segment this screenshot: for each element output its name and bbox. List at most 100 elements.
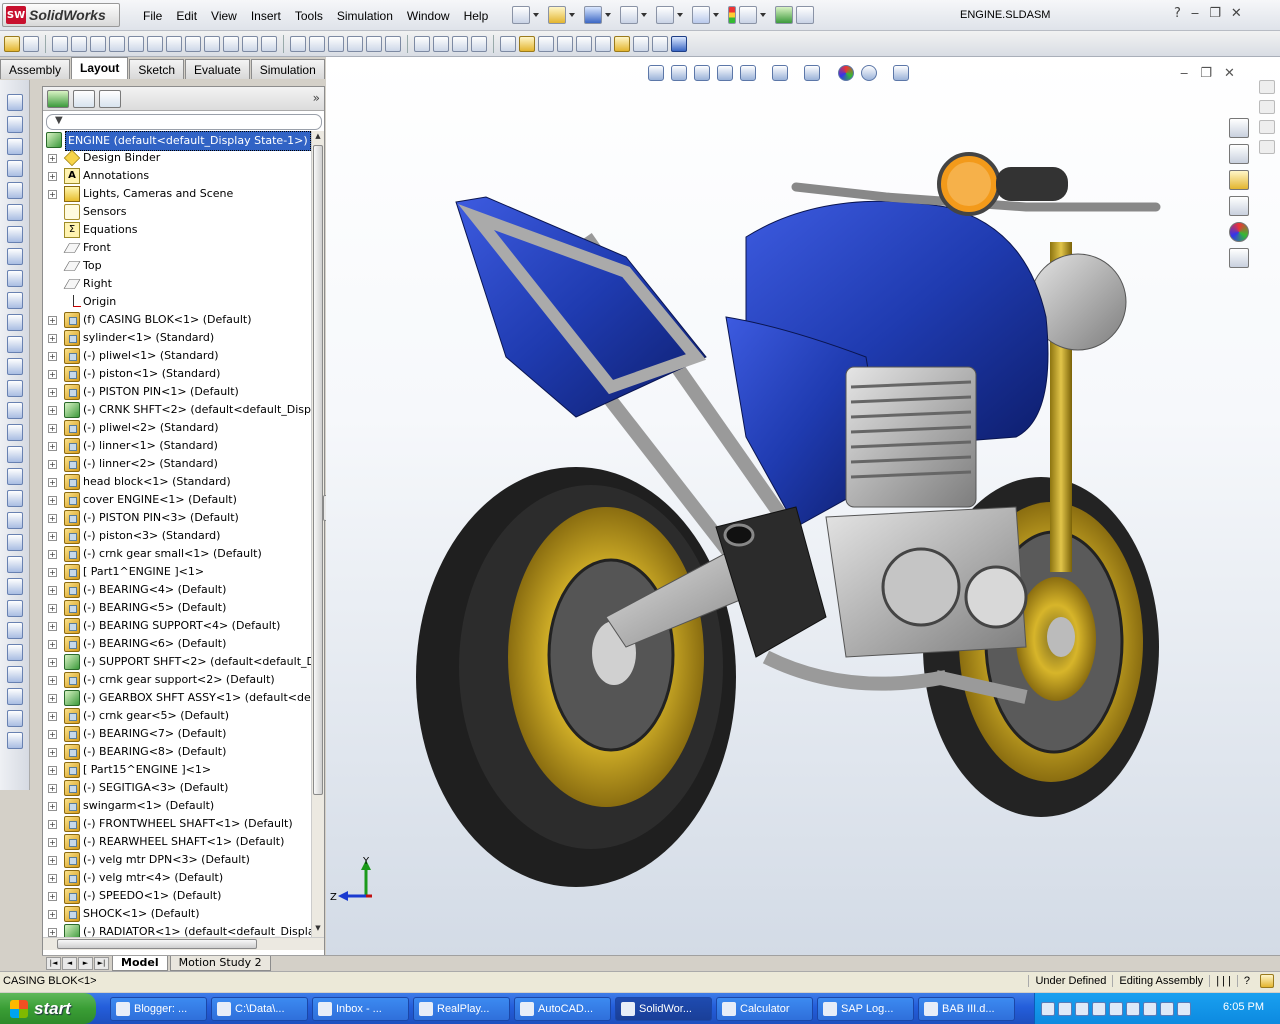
chevron-down-icon[interactable] bbox=[760, 13, 766, 17]
scrollbar-thumb[interactable] bbox=[57, 939, 257, 949]
mate-icon[interactable] bbox=[1259, 80, 1275, 94]
expand-plus-icon[interactable]: + bbox=[48, 190, 57, 199]
edit-appearance-icon[interactable] bbox=[838, 65, 854, 81]
tree-item[interactable]: Origin bbox=[43, 293, 311, 311]
spell-check-icon[interactable] bbox=[6, 116, 23, 133]
menu-file[interactable]: File bbox=[136, 7, 169, 25]
expand-plus-icon[interactable]: + bbox=[48, 586, 57, 595]
edit-icon[interactable] bbox=[6, 710, 23, 727]
spline-icon[interactable] bbox=[166, 35, 182, 52]
expand-plus-icon[interactable]: + bbox=[48, 820, 57, 829]
relations-icon[interactable] bbox=[414, 35, 430, 52]
expand-plus-icon[interactable]: + bbox=[48, 568, 57, 577]
restore-icon[interactable]: ❐ bbox=[1200, 66, 1212, 81]
taskbar-button[interactable]: Blogger: ... bbox=[110, 996, 207, 1021]
belt-chain-icon[interactable] bbox=[633, 35, 649, 52]
close-icon[interactable]: ✕ bbox=[1224, 66, 1235, 81]
expand-plus-icon[interactable]: + bbox=[48, 478, 57, 487]
create-layout-icon[interactable] bbox=[671, 35, 687, 52]
make-part-from-block-icon[interactable] bbox=[614, 35, 630, 52]
tab-assembly[interactable]: Assembly bbox=[0, 59, 71, 79]
restore-icon[interactable]: ❐ bbox=[1209, 6, 1221, 21]
ellipse-icon[interactable] bbox=[185, 35, 201, 52]
expand-plus-icon[interactable]: + bbox=[48, 496, 57, 505]
close-icon[interactable]: ✕ bbox=[1231, 6, 1242, 21]
move-entities-icon[interactable] bbox=[385, 35, 401, 52]
tree-item[interactable]: + (-) FRONTWHEEL SHAFT<1> (Default) bbox=[43, 815, 311, 833]
rebuild-pencil-icon[interactable] bbox=[1260, 974, 1274, 988]
taskbar-button[interactable]: Inbox - ... bbox=[312, 996, 409, 1021]
expand-plus-icon[interactable]: + bbox=[48, 640, 57, 649]
graphics-area[interactable] bbox=[326, 57, 1280, 955]
insert-block-icon[interactable] bbox=[519, 35, 535, 52]
reference-geometry-icon[interactable] bbox=[6, 248, 23, 265]
assembly-feature-icon[interactable] bbox=[6, 270, 23, 287]
tree-item[interactable]: Top bbox=[43, 257, 311, 275]
sheet-icon[interactable] bbox=[6, 336, 23, 353]
tree-item[interactable]: + (-) velg mtr DPN<3> (Default) bbox=[43, 851, 311, 869]
tree-item[interactable]: + (-) REARWHEEL SHAFT<1> (Default) bbox=[43, 833, 311, 851]
tray-icon[interactable] bbox=[1075, 1001, 1089, 1016]
expand-plus-icon[interactable]: + bbox=[48, 730, 57, 739]
custom-properties-icon[interactable] bbox=[1229, 248, 1249, 268]
tab-simulation[interactable]: Simulation bbox=[250, 59, 325, 79]
expand-plus-icon[interactable]: + bbox=[48, 334, 57, 343]
tree-item[interactable]: + swingarm<1> (Default) bbox=[43, 797, 311, 815]
tab-motion-study-2[interactable]: Motion Study 2 bbox=[169, 956, 271, 971]
chevron-down-icon[interactable] bbox=[677, 13, 683, 17]
start-button[interactable]: start bbox=[0, 993, 96, 1024]
tree-item[interactable]: + (-) SUPPORT SHFT<2> (default<default_Di… bbox=[43, 653, 311, 671]
undo-icon[interactable] bbox=[656, 6, 674, 24]
trim-icon[interactable] bbox=[290, 35, 306, 52]
view-palette-icon[interactable] bbox=[1229, 196, 1249, 216]
expand-plus-icon[interactable]: + bbox=[48, 316, 57, 325]
property-manager-tab-icon[interactable] bbox=[73, 90, 95, 108]
taskbar-button[interactable]: BAB III.d... bbox=[918, 996, 1015, 1021]
tree-item[interactable]: + (-) pliwel<1> (Standard) bbox=[43, 347, 311, 365]
pan-icon[interactable] bbox=[6, 424, 23, 441]
sketch-icon[interactable] bbox=[23, 35, 39, 52]
view-settings-icon[interactable] bbox=[893, 65, 909, 81]
save-block-icon[interactable] bbox=[595, 35, 611, 52]
tree-item[interactable]: + cover ENGINE<1> (Default) bbox=[43, 491, 311, 509]
tab-evaluate[interactable]: Evaluate bbox=[185, 59, 250, 79]
display-style-icon[interactable] bbox=[6, 490, 23, 507]
rapid-sketch-icon[interactable] bbox=[452, 35, 468, 52]
tree-item[interactable]: + (-) linner<1> (Standard) bbox=[43, 437, 311, 455]
polygon-icon[interactable] bbox=[147, 35, 163, 52]
block-icon[interactable] bbox=[500, 35, 516, 52]
expand-plus-icon[interactable]: + bbox=[48, 712, 57, 721]
rebuild-traffic-light-icon[interactable] bbox=[728, 6, 736, 24]
linear-pattern-icon[interactable] bbox=[366, 35, 382, 52]
chevron-down-icon[interactable] bbox=[569, 13, 575, 17]
slot-icon[interactable] bbox=[90, 35, 106, 52]
stack-icon[interactable] bbox=[1259, 140, 1275, 154]
taskbar-button[interactable]: C:\Data\... bbox=[211, 996, 308, 1021]
layer-icon[interactable] bbox=[6, 578, 23, 595]
standard-views-icon[interactable] bbox=[6, 468, 23, 485]
line-icon[interactable] bbox=[52, 35, 68, 52]
tree-item[interactable]: + (-) piston<3> (Standard) bbox=[43, 527, 311, 545]
taskbar-button[interactable]: RealPlay... bbox=[413, 996, 510, 1021]
menu-help[interactable]: Help bbox=[457, 7, 496, 25]
expand-plus-icon[interactable]: + bbox=[48, 550, 57, 559]
select-filter-icon[interactable] bbox=[6, 688, 23, 705]
tree-item[interactable]: + (-) BEARING<6> (Default) bbox=[43, 635, 311, 653]
feature-tree-tab-icon[interactable] bbox=[47, 90, 69, 108]
minimize-icon[interactable]: ‒ bbox=[1191, 6, 1199, 21]
tree-item[interactable]: + (-) BEARING<5> (Default) bbox=[43, 599, 311, 617]
menu-window[interactable]: Window bbox=[400, 7, 457, 25]
centerline-icon[interactable] bbox=[223, 35, 239, 52]
expand-plus-icon[interactable]: + bbox=[48, 532, 57, 541]
tree-item[interactable]: + (-) RADIATOR<1> (default<default_Displa… bbox=[43, 923, 311, 937]
tree-item[interactable]: + (-) PISTON PIN<1> (Default) bbox=[43, 383, 311, 401]
chevron-down-icon[interactable] bbox=[713, 13, 719, 17]
next-tab-icon[interactable]: ► bbox=[78, 957, 93, 970]
expand-plus-icon[interactable]: + bbox=[48, 694, 57, 703]
expand-plus-icon[interactable]: + bbox=[48, 154, 57, 163]
tree-item[interactable]: + (-) velg mtr<4> (Default) bbox=[43, 869, 311, 887]
tray-icon[interactable] bbox=[1126, 1001, 1140, 1016]
tree-item[interactable]: + (-) BEARING<7> (Default) bbox=[43, 725, 311, 743]
fillet-icon[interactable] bbox=[204, 35, 220, 52]
menu-tools[interactable]: Tools bbox=[288, 7, 330, 25]
